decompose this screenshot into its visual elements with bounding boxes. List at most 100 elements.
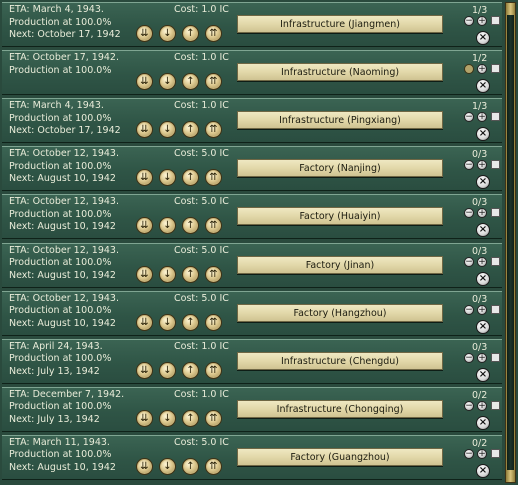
move-to-bottom-button[interactable]: ⇊ [136, 25, 153, 42]
row-checkbox[interactable] [491, 16, 500, 25]
move-down-button[interactable]: ↓ [159, 121, 176, 139]
move-to-top-button[interactable]: ⇈ [205, 25, 222, 42]
increase-button[interactable]: + [477, 256, 487, 267]
row-checkbox[interactable] [491, 112, 500, 122]
move-down-button[interactable]: ↓ [159, 313, 176, 331]
delete-button[interactable]: × [476, 79, 490, 94]
delete-button[interactable]: × [476, 319, 490, 334]
move-to-top-button[interactable]: ⇈ [205, 313, 222, 331]
row-checkbox[interactable] [491, 160, 500, 170]
delete-button[interactable]: × [476, 31, 490, 45]
delete-icon: × [478, 272, 488, 284]
increase-button[interactable]: + [477, 304, 487, 315]
decrease-button[interactable]: − [464, 256, 474, 267]
move-to-bottom-button[interactable]: ⇊ [136, 169, 153, 187]
decrease-button[interactable]: − [464, 16, 474, 26]
move-up-button[interactable]: ↑ [182, 313, 199, 331]
delete-button[interactable]: × [476, 175, 490, 190]
row-checkbox[interactable] [491, 448, 500, 458]
queue-order-buttons: ⇊ ↓ ↑ ⇈ [136, 73, 222, 91]
move-to-top-button[interactable]: ⇈ [205, 361, 222, 379]
delete-button[interactable]: × [476, 271, 490, 286]
delete-icon: × [478, 464, 488, 476]
decrease-button[interactable]: − [464, 448, 474, 459]
project-name[interactable]: Infrastructure (Jiangmen) [237, 15, 443, 33]
queue-order-buttons: ⇊ ↓ ↑ ⇈ [136, 25, 222, 42]
move-down-button[interactable]: ↓ [159, 265, 176, 283]
delete-button[interactable]: × [476, 367, 490, 382]
move-to-bottom-button[interactable]: ⇊ [136, 457, 153, 475]
move-to-top-button[interactable]: ⇈ [205, 169, 222, 187]
move-down-button[interactable]: ↓ [159, 217, 176, 235]
move-to-bottom-button[interactable]: ⇊ [136, 217, 153, 235]
move-to-bottom-button[interactable]: ⇊ [136, 73, 153, 91]
move-down-button[interactable]: ↓ [159, 25, 176, 42]
project-name[interactable]: Infrastructure (Pingxiang) [237, 111, 443, 130]
move-up-button[interactable]: ↑ [182, 409, 199, 427]
delete-button[interactable]: × [476, 463, 490, 478]
move-to-top-button[interactable]: ⇈ [205, 409, 222, 427]
units-count: 0/2 [472, 437, 488, 449]
move-to-bottom-button[interactable]: ⇊ [136, 121, 153, 139]
delete-button[interactable]: × [476, 415, 490, 430]
move-up-button[interactable]: ↑ [182, 217, 199, 235]
move-down-button[interactable]: ↓ [159, 73, 176, 91]
move-to-top-button[interactable]: ⇈ [205, 121, 222, 139]
increase-button[interactable]: + [477, 112, 487, 123]
move-to-top-button[interactable]: ⇈ [205, 457, 222, 475]
scrollbar-thumb[interactable] [507, 15, 514, 470]
increase-button[interactable]: + [477, 64, 487, 75]
decrease-button[interactable]: − [464, 208, 474, 219]
move-down-button[interactable]: ↓ [159, 361, 176, 379]
move-up-button[interactable]: ↑ [182, 361, 199, 379]
project-name[interactable]: Factory (Guangzhou) [237, 447, 443, 466]
increase-button[interactable]: + [477, 16, 487, 26]
decrease-button[interactable]: − [464, 160, 474, 171]
move-down-button[interactable]: ↓ [159, 409, 176, 427]
move-to-bottom-button[interactable]: ⇊ [136, 313, 153, 331]
move-up-button[interactable]: ↑ [182, 169, 199, 187]
project-name[interactable]: Infrastructure (Naoming) [237, 63, 443, 82]
units-count: 0/3 [472, 245, 488, 257]
project-name[interactable]: Infrastructure (Chongqing) [237, 399, 443, 418]
move-down-button[interactable]: ↓ [159, 169, 176, 187]
row-checkbox[interactable] [491, 256, 500, 266]
delete-button[interactable]: × [476, 127, 490, 142]
move-up-button[interactable]: ↑ [182, 25, 199, 42]
increase-button[interactable]: + [477, 160, 487, 171]
move-to-top-button[interactable]: ⇈ [205, 73, 222, 91]
move-up-button[interactable]: ↑ [182, 121, 199, 139]
project-name[interactable]: Infrastructure (Chengdu) [237, 351, 443, 370]
decrease-button[interactable]: − [464, 400, 474, 411]
project-name[interactable]: Factory (Nanjing) [237, 159, 443, 178]
row-checkbox[interactable] [491, 304, 500, 314]
move-up-button[interactable]: ↑ [182, 457, 199, 475]
plus-icon: + [478, 16, 486, 26]
delete-button[interactable]: × [476, 223, 490, 238]
decrease-button[interactable]: − [464, 304, 474, 315]
move-down-button[interactable]: ↓ [159, 457, 176, 475]
move-to-top-button[interactable]: ⇈ [205, 265, 222, 283]
increase-button[interactable]: + [477, 400, 487, 411]
queue-order-buttons: ⇊ ↓ ↑ ⇈ [136, 121, 222, 139]
move-to-bottom-button[interactable]: ⇊ [136, 409, 153, 427]
scrollbar[interactable] [505, 2, 516, 483]
row-checkbox[interactable] [491, 400, 500, 410]
move-up-button[interactable]: ↑ [182, 73, 199, 91]
minus-icon: − [465, 304, 473, 315]
move-to-top-button[interactable]: ⇈ [205, 217, 222, 235]
row-checkbox[interactable] [491, 208, 500, 218]
project-name[interactable]: Factory (Hangzhou) [237, 303, 443, 322]
increase-button[interactable]: + [477, 208, 487, 219]
increase-button[interactable]: + [477, 448, 487, 459]
increase-button[interactable]: + [477, 352, 487, 363]
decrease-button[interactable]: − [464, 352, 474, 363]
row-checkbox[interactable] [491, 352, 500, 362]
decrease-button[interactable]: − [464, 112, 474, 123]
move-to-bottom-button[interactable]: ⇊ [136, 265, 153, 283]
move-to-bottom-button[interactable]: ⇊ [136, 361, 153, 379]
project-name[interactable]: Factory (Huaiyin) [237, 207, 443, 226]
move-up-button[interactable]: ↑ [182, 265, 199, 283]
row-checkbox[interactable] [491, 64, 500, 74]
project-name[interactable]: Factory (Jinan) [237, 255, 443, 274]
